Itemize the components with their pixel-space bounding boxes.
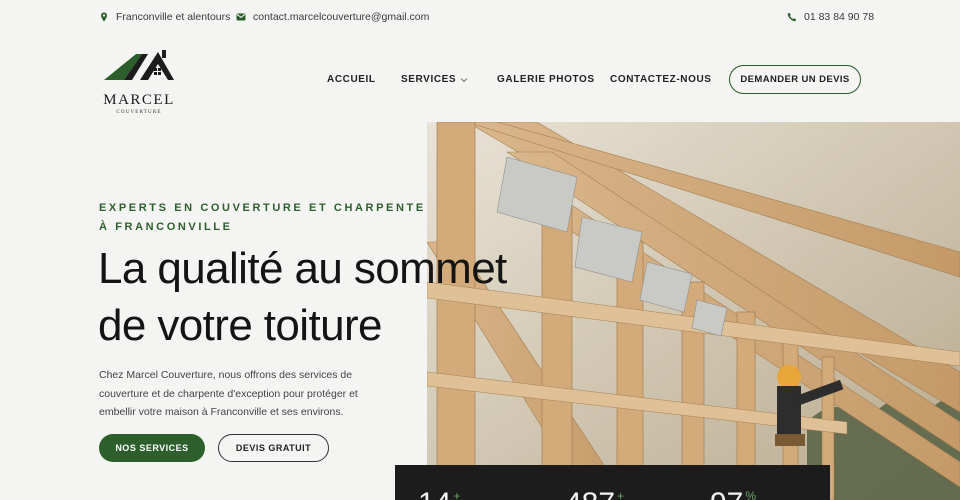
nav-item-label: ACCUEIL [327, 74, 376, 85]
hero-title-line-1: La qualité au sommet [98, 244, 507, 293]
chevron-down-icon [460, 77, 468, 82]
stat-item: 487 + [565, 487, 624, 500]
hero-title: La qualité au sommet de votre toiture [98, 240, 568, 354]
our-services-button[interactable]: NOS SERVICES [99, 434, 205, 462]
stats-bar: 14 + 487 + 97 % [395, 465, 830, 500]
nav-item-label: SERVICES [401, 74, 457, 85]
stat-suffix: + [453, 489, 461, 500]
mail-icon [236, 13, 246, 21]
stat-item: 97 % [710, 487, 756, 500]
nav-item-galerie-photos[interactable]: GALERIE PHOTOS [497, 74, 595, 85]
phone-info[interactable]: 01 83 84 90 78 [787, 11, 874, 23]
logo-name: MARCEL [103, 92, 175, 108]
hero-description: Chez Marcel Couverture, nous offrons des… [99, 369, 358, 418]
logo[interactable]: MARCEL COUVERTURE [100, 46, 180, 116]
free-quote-button[interactable]: DEVIS GRATUIT [218, 434, 329, 462]
stat-suffix: + [617, 489, 625, 500]
email-link[interactable]: contact.marcelcouverture@gmail.com [253, 11, 429, 23]
stat-item: 14 + [418, 487, 460, 500]
nav-item-accueil[interactable]: ACCUEIL [327, 74, 376, 85]
stat-suffix: % [745, 489, 757, 500]
hero-title-line-2: de votre toiture [98, 301, 383, 350]
stat-value: 487 [565, 487, 615, 500]
nav-item-label: CONTACTEZ-NOUS [610, 74, 712, 85]
nav-item-label: GALERIE PHOTOS [497, 74, 595, 85]
hero-eyebrow: EXPERTS EN COUVERTURE ET CHARPENTE À FRA… [99, 202, 426, 233]
stat-value: 14 [418, 487, 451, 500]
logo-subtitle: COUVERTURE [116, 110, 162, 115]
phone-icon [787, 12, 797, 22]
email-info[interactable]: contact.marcelcouverture@gmail.com [236, 11, 429, 23]
top-info-bar: Franconville et alentours contact.marcel… [0, 0, 960, 36]
request-quote-button[interactable]: DEMANDER UN DEVIS [729, 65, 861, 94]
phone-link[interactable]: 01 83 84 90 78 [804, 11, 874, 23]
stat-value: 97 [710, 487, 743, 500]
roof-logo-icon [104, 50, 174, 80]
map-pin-icon [101, 12, 107, 22]
location-text: Franconville et alentours [116, 11, 231, 23]
location-info: Franconville et alentours [99, 11, 230, 23]
nav-item-contactez-nous[interactable]: CONTACTEZ-NOUS [610, 74, 712, 85]
nav-item-services[interactable]: SERVICES [401, 74, 468, 85]
site-header: MARCEL COUVERTURE ACCUEIL SERVICES GALER… [0, 36, 960, 120]
